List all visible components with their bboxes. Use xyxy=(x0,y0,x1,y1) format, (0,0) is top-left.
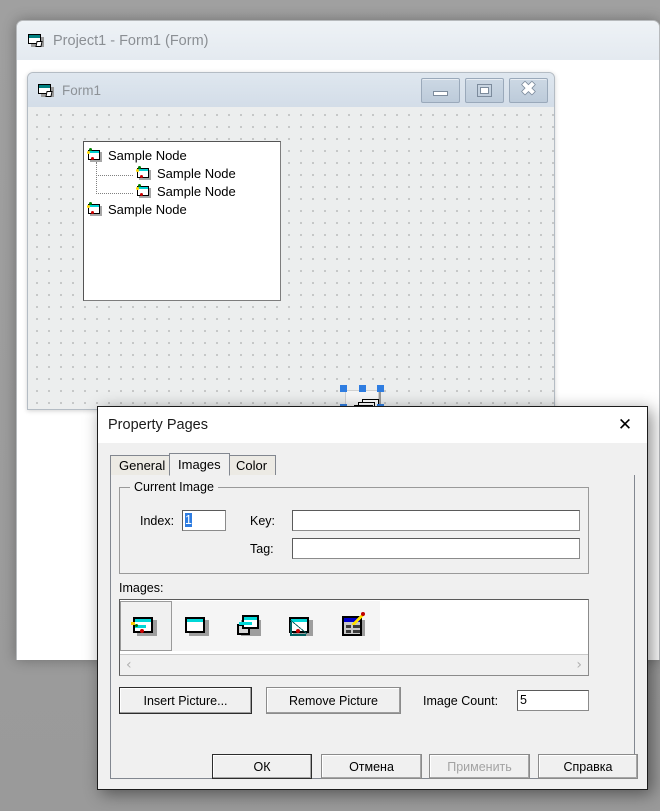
minimize-button[interactable] xyxy=(421,78,460,103)
help-button[interactable]: Справка xyxy=(538,754,638,779)
maximize-button[interactable] xyxy=(465,78,504,103)
tab-general[interactable]: General xyxy=(110,455,175,476)
insert-picture-button[interactable]: Insert Picture... xyxy=(119,687,252,714)
dialog-body: General Images Color Current Image Index… xyxy=(98,443,647,789)
key-input[interactable] xyxy=(292,510,580,531)
image-item-5[interactable] xyxy=(328,601,380,651)
tabstrip: General Images Color xyxy=(110,453,635,476)
image-count-value: 5 xyxy=(517,690,589,711)
tab-images[interactable]: Images xyxy=(169,453,230,476)
tag-label: Tag: xyxy=(250,542,274,556)
ide-titlebar: Project1 - Form1 (Form) xyxy=(17,21,659,60)
form-canvas[interactable]: Sample Node Sample Node Sample Node Samp… xyxy=(28,107,554,409)
form-titlebar: Form1 ✖ xyxy=(28,73,554,107)
group-title: Current Image xyxy=(130,480,218,494)
tab-page-images: Current Image Index: 1 Key: Tag: Images: xyxy=(110,475,635,779)
image-item-1[interactable] xyxy=(120,601,172,651)
images-listbox[interactable]: ‹ › xyxy=(119,599,589,676)
vb-form-icon xyxy=(38,83,55,98)
tree-node-label: Sample Node xyxy=(157,165,236,181)
images-label: Images: xyxy=(119,581,164,595)
remove-picture-button[interactable]: Remove Picture xyxy=(266,687,401,714)
tree-node-label: Sample Node xyxy=(157,183,236,199)
tag-input[interactable] xyxy=(292,538,580,559)
index-label: Index: xyxy=(140,514,175,528)
close-icon: ✖ xyxy=(520,78,537,100)
node-icon xyxy=(87,147,103,163)
cancel-button[interactable]: Отмена xyxy=(321,754,422,779)
dialog-titlebar: Property Pages ✕ xyxy=(98,407,647,443)
close-button[interactable]: ✖ xyxy=(509,78,548,103)
tab-color[interactable]: Color xyxy=(227,455,277,476)
scroll-left-icon[interactable]: ‹ xyxy=(126,657,132,673)
resize-handle[interactable] xyxy=(377,385,384,392)
dialog-title: Property Pages xyxy=(108,417,208,433)
resize-handle[interactable] xyxy=(340,385,347,392)
form-with-pins-icon xyxy=(131,612,161,640)
index-value: 1 xyxy=(185,513,192,527)
index-input[interactable]: 1 xyxy=(182,510,226,531)
tree-node-label: Sample Node xyxy=(108,147,187,163)
node-icon xyxy=(87,201,103,217)
form-designer-window: Form1 ✖ Sample Node Sample Node Sample N… xyxy=(27,72,555,410)
window-icon xyxy=(183,612,213,640)
node-icon xyxy=(136,165,152,181)
images-strip xyxy=(120,600,588,652)
image-item-2[interactable] xyxy=(172,601,224,651)
scroll-right-icon[interactable]: › xyxy=(576,657,582,673)
image-item-3[interactable] xyxy=(224,601,276,651)
close-icon[interactable]: ✕ xyxy=(603,407,647,443)
window-ruler-icon xyxy=(287,612,317,640)
treeview-control[interactable]: Sample Node Sample Node Sample Node Samp… xyxy=(83,141,281,301)
form-title: Form1 xyxy=(62,82,102,98)
node-icon xyxy=(136,183,152,199)
property-pages-dialog: Property Pages ✕ General Images Color Cu… xyxy=(97,406,648,790)
vb-form-icon xyxy=(28,33,45,48)
ide-title: Project1 - Form1 (Form) xyxy=(53,32,209,49)
apply-button: Применить xyxy=(429,754,530,779)
images-scrollbar[interactable]: ‹ › xyxy=(120,654,588,675)
tree-node[interactable]: Sample Node xyxy=(84,146,280,164)
minimize-icon xyxy=(433,91,448,96)
ok-button[interactable]: ОК xyxy=(212,754,312,779)
resize-handle[interactable] xyxy=(359,385,366,392)
form-caption-buttons: ✖ xyxy=(421,78,548,103)
two-windows-icon xyxy=(235,612,265,640)
current-image-group: Current Image Index: 1 Key: Tag: xyxy=(119,480,589,574)
grid-pencil-icon xyxy=(339,612,369,640)
image-count-label: Image Count: xyxy=(423,694,499,708)
screen: Project1 - Form1 (Form) Form1 ✖ Sample N… xyxy=(0,0,660,811)
image-item-4[interactable] xyxy=(276,601,328,651)
tree-node[interactable]: Sample Node xyxy=(84,182,280,200)
key-label: Key: xyxy=(250,514,276,528)
tree-node[interactable]: Sample Node xyxy=(84,200,280,218)
tree-node[interactable]: Sample Node xyxy=(84,164,280,182)
tree-node-label: Sample Node xyxy=(108,201,187,217)
